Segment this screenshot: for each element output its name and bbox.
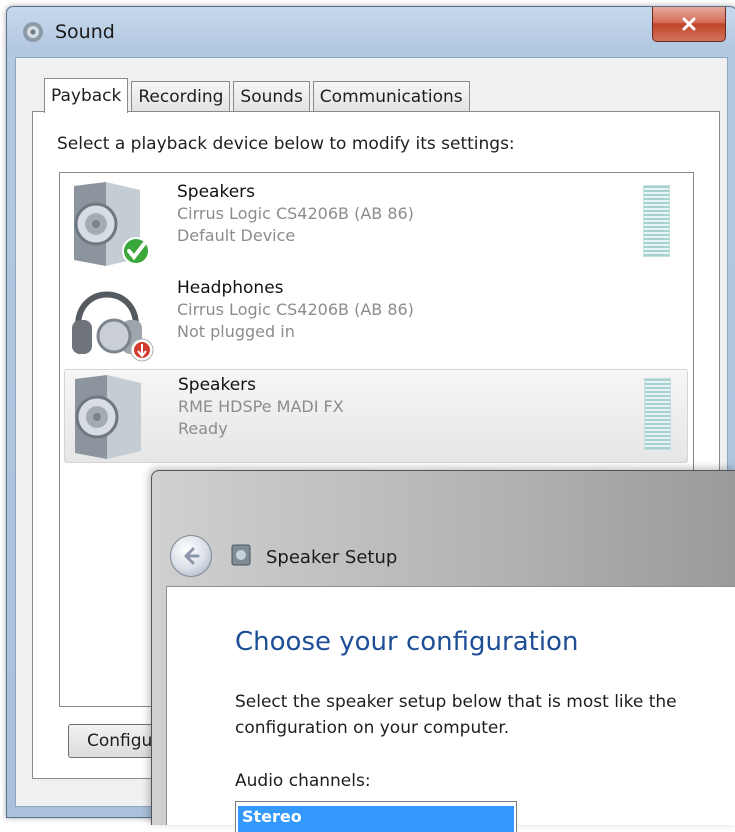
speaker-icon	[75, 375, 141, 459]
volume-meter	[644, 378, 671, 450]
tab-sounds[interactable]: Sounds	[233, 81, 310, 112]
device-status: Not plugged in	[177, 322, 295, 341]
device-name: Speakers	[177, 182, 256, 202]
device-driver: Cirrus Logic CS4206B (AB 86)	[177, 204, 414, 223]
audio-channels-list[interactable]: Stereo	[235, 801, 517, 832]
device-name: Speakers	[178, 375, 257, 395]
speaker-settings-icon	[23, 22, 43, 42]
close-button[interactable]	[652, 7, 726, 42]
unplugged-icon	[130, 338, 154, 362]
device-status: Ready	[178, 419, 228, 438]
close-icon	[682, 17, 696, 31]
tab-communications[interactable]: Communications	[312, 81, 470, 112]
setup-heading: Choose your configuration	[235, 627, 579, 657]
channel-option-selected[interactable]: Stereo	[238, 806, 514, 832]
setup-content: Choose your configuration Select the spe…	[166, 586, 735, 832]
speaker-setup-icon	[231, 544, 251, 566]
device-driver: Cirrus Logic CS4206B (AB 86)	[177, 300, 414, 319]
title-bar[interactable]: Sound	[7, 7, 735, 57]
window-title: Sound	[55, 21, 115, 43]
instruction-text: Select a playback device below to modify…	[57, 134, 515, 154]
back-arrow-icon	[184, 547, 200, 565]
tab-recording[interactable]: Recording	[131, 81, 231, 112]
headphones-icon	[72, 291, 154, 362]
speaker-icon	[74, 182, 150, 266]
back-button[interactable]	[170, 535, 212, 577]
device-name: Headphones	[177, 278, 284, 298]
tab-playback[interactable]: Payback	[44, 78, 129, 113]
audio-channels-label: Audio channels:	[235, 771, 371, 791]
device-speakers-default[interactable]: Speakers Cirrus Logic CS4206B (AB 86) De…	[64, 177, 686, 269]
tab-strip: Payback Recording Sounds Communications	[44, 78, 473, 113]
setup-description: Select the speaker setup below that is m…	[235, 692, 677, 738]
volume-meter	[643, 185, 670, 257]
device-driver: RME HDSPe MADI FX	[178, 397, 344, 416]
setup-title: Speaker Setup	[266, 547, 398, 568]
speaker-setup-window: Speaker Setup Choose your configuration …	[151, 470, 735, 832]
device-speakers-rme[interactable]: Speakers RME HDSPe MADI FX Ready	[64, 369, 688, 463]
device-headphones[interactable]: Headphones Cirrus Logic CS4206B (AB 86) …	[64, 273, 686, 365]
device-status: Default Device	[177, 226, 296, 245]
default-check-icon	[122, 237, 150, 265]
